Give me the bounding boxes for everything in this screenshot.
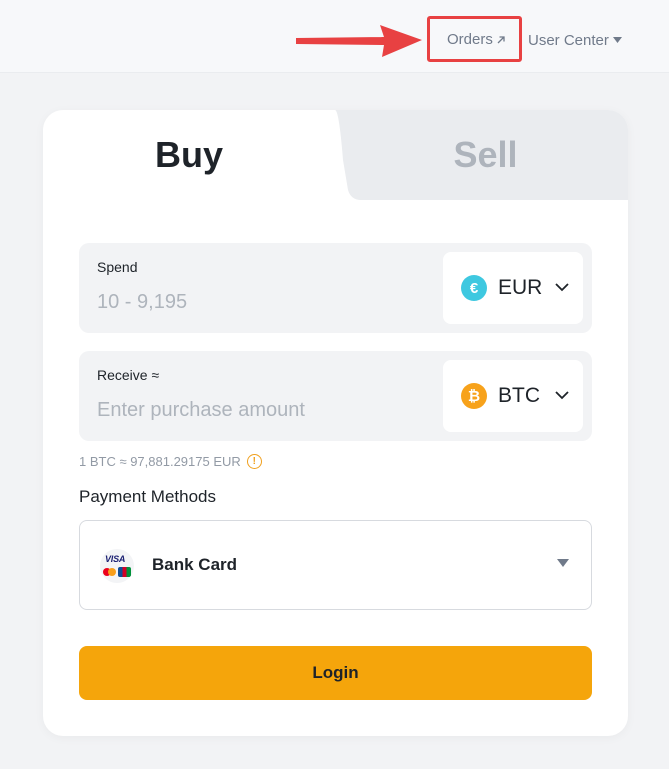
tab-buy[interactable]: Buy [43,110,335,200]
payment-method-value: Bank Card [152,555,238,574]
tab-sell[interactable]: Sell [343,110,628,200]
caret-down-icon [557,559,569,567]
payment-methods-label: Payment Methods [79,487,217,506]
orders-link[interactable]: Orders [447,31,506,48]
bitcoin-coin-icon: ₿ [461,383,487,409]
receive-field: Receive ≈ ₿ BTC [79,351,592,441]
receive-currency-select[interactable]: ₿ BTC [443,360,583,432]
user-center-label: User Center [528,32,609,49]
red-arrow-annotation [296,25,422,57]
spend-input[interactable] [97,287,427,317]
top-bar: Orders User Center [0,0,669,73]
spend-label: Spend [97,259,138,275]
orders-label: Orders [447,31,493,48]
receive-currency-code: BTC [498,384,540,407]
caret-down-icon [612,37,622,43]
exchange-rate: 1 BTC ≈ 97,881.29175 EUR ! [79,454,262,469]
user-center-menu[interactable]: User Center [528,32,622,49]
login-button[interactable]: Login [79,646,592,700]
receive-label: Receive ≈ [97,367,160,383]
spend-currency-code: EUR [498,276,543,299]
euro-coin-icon: € [461,275,487,301]
chevron-down-icon [555,391,569,400]
receive-input[interactable] [97,395,427,425]
external-link-icon [497,35,505,43]
trade-card: Buy Sell Spend € EUR Receive ≈ ₿ BTC 1 B… [43,110,628,736]
chevron-down-icon [555,283,569,292]
spend-field: Spend € EUR [79,243,592,333]
bank-card-logos-icon: VISA [100,549,134,583]
info-icon[interactable]: ! [246,454,262,469]
exchange-rate-text: 1 BTC ≈ 97,881.29175 EUR [79,454,241,469]
payment-method-select[interactable]: VISA Bank Card [79,520,592,610]
visa-logo-text: VISA [105,554,126,564]
tab-bar: Buy Sell [43,110,628,200]
spend-currency-select[interactable]: € EUR [443,252,583,324]
